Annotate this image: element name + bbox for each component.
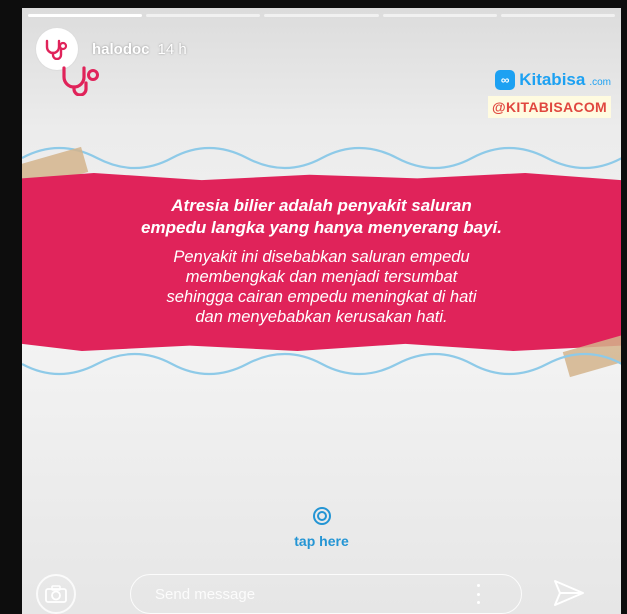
right-bezel xyxy=(621,0,627,614)
kitabisa-handle[interactable]: @KITABISACOM xyxy=(488,96,611,118)
banner-title-line: empedu langka yang hanya menyerang bayi. xyxy=(141,218,502,237)
send-icon[interactable] xyxy=(552,576,586,610)
banner-title-line: Atresia bilier adalah penyakit saluran xyxy=(171,196,472,215)
banner-body-line: sehingga cairan empedu meningkat di hati xyxy=(166,288,477,306)
banner-title: Atresia bilier adalah penyakit saluran e… xyxy=(22,195,621,239)
target-icon xyxy=(312,507,331,525)
stethoscope-icon xyxy=(45,39,68,60)
progress-segment xyxy=(146,14,261,17)
send-message-input[interactable] xyxy=(130,574,522,614)
info-banner: Atresia bilier adalah penyakit saluran e… xyxy=(22,173,621,351)
left-bezel xyxy=(0,0,22,614)
story-view[interactable]: halodoc 14 h ∞ Kitabisa .com @KITABISACO… xyxy=(22,8,621,614)
story-header: halodoc 14 h xyxy=(36,28,187,70)
bottom-wave-decoration xyxy=(22,352,621,376)
top-wave-decoration xyxy=(22,146,621,170)
banner-body-line: Penyakit ini disebabkan saluran empedu xyxy=(173,248,470,266)
story-progress xyxy=(28,14,616,17)
username[interactable]: halodoc xyxy=(92,41,150,58)
camera-icon xyxy=(45,585,67,603)
reply-bar xyxy=(22,568,621,614)
halodoc-logo xyxy=(60,64,108,101)
progress-segment xyxy=(28,14,143,17)
banner-body-line: dan menyebabkan kerusakan hati. xyxy=(195,308,448,326)
tap-here-button[interactable]: tap here xyxy=(22,506,621,549)
camera-button[interactable] xyxy=(36,574,76,614)
post-time: 14 h xyxy=(157,40,187,58)
top-bezel xyxy=(0,0,627,8)
kitabisa-logo: ∞ Kitabisa .com xyxy=(495,70,611,90)
kitabisa-name: Kitabisa xyxy=(519,70,586,89)
kitabisa-mark-icon: ∞ xyxy=(495,70,516,90)
banner-body: Penyakit ini disebabkan saluran empedu m… xyxy=(22,247,621,327)
more-options-button[interactable] xyxy=(474,584,482,604)
kitabisa-suffix: .com xyxy=(589,77,611,88)
stethoscope-icon xyxy=(62,66,99,97)
tap-here-label: tap here xyxy=(294,533,349,549)
more-vertical-icon xyxy=(476,584,480,587)
progress-segment xyxy=(500,14,616,17)
progress-segment xyxy=(264,14,379,17)
progress-segment xyxy=(382,14,497,17)
banner-body-line: membengkak dan menjadi tersumbat xyxy=(185,268,458,286)
